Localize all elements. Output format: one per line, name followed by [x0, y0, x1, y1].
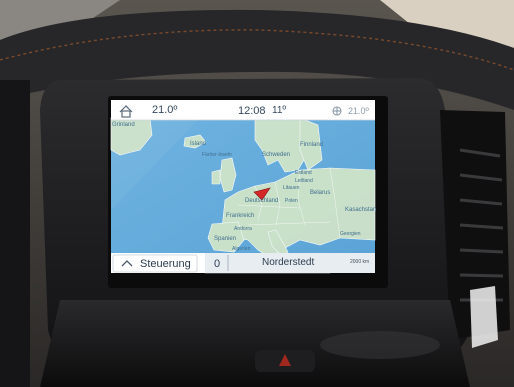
speed-value: 0: [214, 258, 221, 270]
outside-temperature: 21.0º: [152, 104, 178, 116]
map-label: Island: [190, 141, 207, 147]
map-label: Färöer-Inseln: [202, 152, 232, 158]
map-label: Lettland: [295, 178, 313, 184]
map-label: Deutschland: [245, 198, 279, 204]
map-label: Algerien: [232, 246, 251, 252]
car-dashboard-scene: [0, 0, 514, 387]
map-label: Georgien: [340, 231, 361, 237]
map-label: Frankreich: [226, 213, 255, 219]
fan-icon[interactable]: [332, 106, 342, 116]
steering-label[interactable]: Steuerung: [140, 258, 191, 270]
right-temperature: 21.0º: [348, 106, 369, 116]
map-label: Spanien: [214, 236, 237, 242]
clock-time: 12:08: [238, 105, 266, 117]
map-label: Finnland: [300, 142, 324, 148]
map-label: Litauen: [283, 185, 300, 191]
map-label: Polen: [285, 198, 298, 204]
current-location: Norderstedt: [262, 257, 315, 268]
map-label: Grinland: [112, 122, 135, 128]
map-label: Schweden: [262, 152, 291, 158]
map-scale: 2000 km: [350, 259, 370, 265]
inside-temperature: 11º: [272, 105, 287, 116]
map-label: Kasachstan: [345, 207, 377, 213]
map-label: Andorra: [234, 226, 252, 232]
map-label: Belarus: [310, 190, 331, 196]
map-label: Estland: [295, 170, 312, 176]
